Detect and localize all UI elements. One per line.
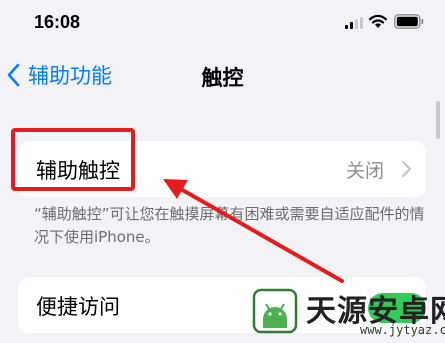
cellular-signal-icon	[345, 17, 363, 29]
annotation-highlight-box	[11, 128, 135, 191]
assistive-touch-footnote: “辅助触控”可让您在触摸屏幕有困难或需要自适应配件的情况下使用iPhone。	[34, 205, 425, 246]
status-time: 16:08	[34, 12, 81, 32]
status-bar: 16:08	[0, 0, 445, 48]
accessibility-shortcut-label: 便捷访问	[36, 295, 120, 319]
assistive-touch-value: 关闭	[345, 160, 384, 182]
wifi-icon	[369, 14, 387, 28]
watermark: 天源安卓网 www.jytyaz.com	[250, 286, 445, 343]
battery-icon	[394, 14, 424, 29]
navigation-bar: 辅助功能 触控	[0, 52, 445, 96]
android-logo-icon	[252, 288, 298, 334]
scroll-indicator[interactable]	[436, 101, 440, 139]
page-title: 触控	[201, 66, 244, 90]
watermark-url: www.jytyaz.com	[360, 323, 445, 337]
chevron-right-icon	[401, 160, 412, 178]
